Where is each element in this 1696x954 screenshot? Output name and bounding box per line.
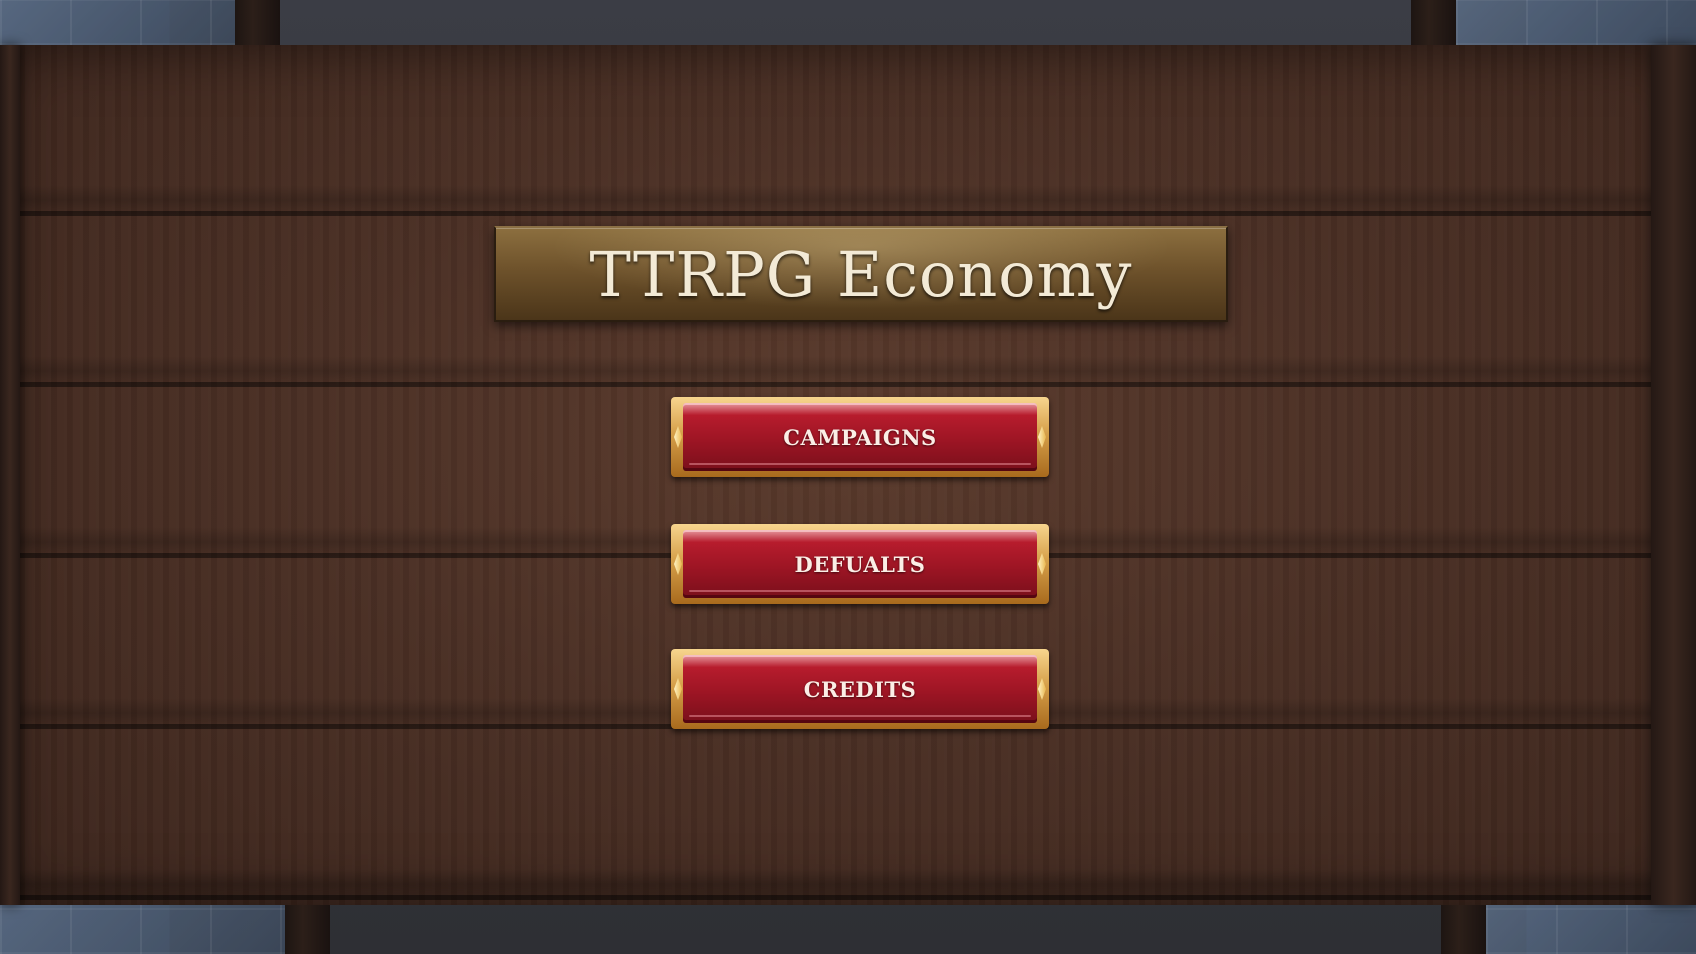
defaults-button-face: DEFUALTS xyxy=(683,530,1037,598)
campaigns-button-face: CAMPAIGNS xyxy=(683,403,1037,471)
diamond-ornament-icon xyxy=(671,678,685,700)
stone-floor-top-left xyxy=(0,0,235,45)
credits-button[interactable]: CREDITS xyxy=(671,649,1049,729)
defaults-button-label: DEFUALTS xyxy=(794,551,926,577)
table-leg-top-left xyxy=(235,0,280,45)
title-plaque: TTRPG Economy xyxy=(494,226,1228,322)
diamond-ornament-icon xyxy=(1035,426,1049,448)
diamond-ornament-icon xyxy=(671,426,685,448)
diamond-ornament-icon xyxy=(1035,678,1049,700)
game-title: TTRPG Economy xyxy=(589,237,1133,311)
table-leg-bottom-left xyxy=(285,899,330,954)
diamond-ornament-icon xyxy=(671,553,685,575)
campaigns-button[interactable]: CAMPAIGNS xyxy=(671,397,1049,477)
table-rail-left xyxy=(0,45,20,905)
table-rail-right xyxy=(1651,45,1696,905)
table-leg-bottom-right xyxy=(1441,899,1486,954)
campaigns-button-label: CAMPAIGNS xyxy=(783,424,937,450)
credits-button-label: CREDITS xyxy=(803,676,917,702)
main-menu-scene: TTRPG Economy CAMPAIGNS DEFUALTS CREDITS xyxy=(0,0,1696,954)
diamond-ornament-icon xyxy=(1035,553,1049,575)
credits-button-face: CREDITS xyxy=(683,655,1037,723)
stone-floor-bottom-right xyxy=(1486,899,1696,954)
stone-floor-bottom-left xyxy=(0,899,285,954)
defaults-button[interactable]: DEFUALTS xyxy=(671,524,1049,604)
stone-floor-top-right xyxy=(1456,0,1696,45)
table-leg-top-right xyxy=(1411,0,1456,45)
